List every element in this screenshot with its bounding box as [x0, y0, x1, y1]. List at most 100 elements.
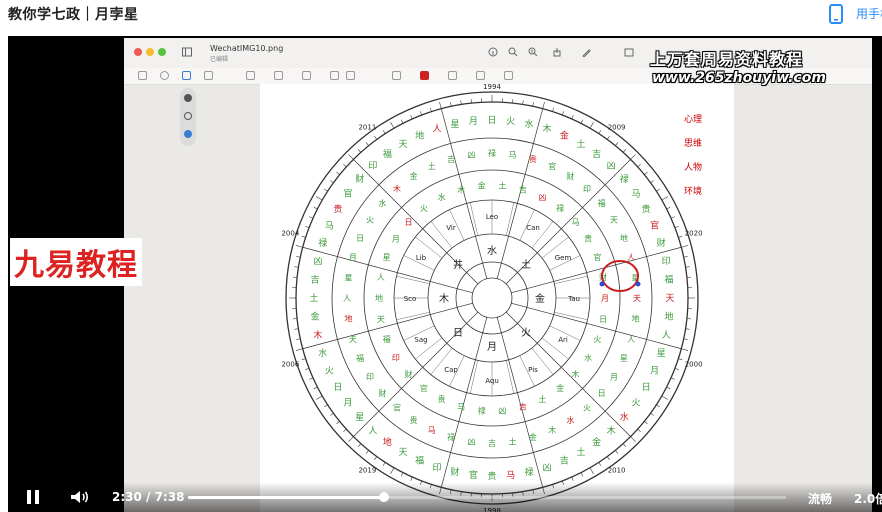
- chart-tick: [343, 428, 347, 433]
- chart-glyph: 贵: [333, 203, 342, 215]
- zoom-in-icon: [528, 47, 538, 57]
- chart-glyph: 金: [529, 432, 537, 442]
- draw-tool-icon: [204, 71, 213, 80]
- chart-tick: [683, 338, 688, 340]
- progress-knob[interactable]: [378, 492, 389, 502]
- chart-center-label: 日: [453, 328, 463, 339]
- share-icon: [553, 48, 561, 57]
- chart-glyph: 天: [665, 294, 674, 304]
- chart-glyph: 星: [355, 412, 364, 423]
- chart-year-label: 2009: [608, 123, 626, 131]
- chart-glyph: 凶: [538, 193, 546, 202]
- chart-year-label: 2010: [608, 467, 626, 475]
- info-icon: [488, 47, 498, 57]
- chart-glyph: 凶: [313, 256, 322, 267]
- video-frame-preview-window: WechatIMG10.png 已编辑 天 地 人 星 月 日 火 水 木 金 …: [124, 38, 872, 512]
- chart-tick: [552, 107, 555, 112]
- phone-icon[interactable]: [829, 4, 843, 24]
- chart-tick: [309, 216, 314, 219]
- chart-glyph: 星: [657, 348, 666, 359]
- chart-tick: [420, 111, 423, 116]
- chart-year-label: 2006: [281, 361, 299, 369]
- chart-year-label: 2004: [281, 229, 299, 237]
- chart-tick: [589, 467, 594, 474]
- chart-tick: [561, 111, 564, 116]
- chart-tick: [615, 142, 619, 146]
- chart-glyph: 星: [344, 273, 352, 282]
- progress-fill: [188, 496, 384, 499]
- chart-tick: [348, 436, 354, 442]
- chart-tick: [630, 436, 636, 442]
- chart-glyph: 天: [377, 315, 385, 324]
- chart-tick: [580, 119, 584, 124]
- chart-glyph: 土: [428, 161, 436, 171]
- chart-tick: [656, 188, 660, 192]
- chart-year-label: 2020: [685, 229, 703, 237]
- chart-glyph: 吉: [310, 274, 319, 285]
- select-tool-icon: [138, 71, 147, 80]
- chart-tick: [615, 450, 619, 454]
- astrology-chart: 天地人星月日火水木金土吉凶禄马贵官财印福天地人星月日火水木金土吉凶禄马贵官财印福…: [281, 83, 703, 512]
- chart-tick: [666, 386, 671, 390]
- chart-tick: [598, 130, 602, 134]
- chart-glyph: 日: [356, 234, 364, 243]
- chart-glyph: 马: [509, 150, 517, 159]
- chart-tick: [598, 462, 602, 466]
- page-title: 教你学七政｜月孛星: [8, 7, 139, 23]
- chart-glyph: 印: [583, 184, 591, 193]
- gear-icon: [184, 94, 192, 102]
- chart-tick: [681, 245, 689, 248]
- chart-tick: [674, 367, 679, 370]
- chart-tick: [313, 206, 318, 210]
- chart-zodiac-label: Gem: [555, 254, 572, 262]
- chart-glyph: 星: [383, 253, 391, 262]
- chart-glyph: 印: [662, 255, 671, 267]
- speed-button[interactable]: 2.0倍: [854, 490, 882, 507]
- video-player[interactable]: WechatIMG10.png 已编辑 天 地 人 星 月 日 火 水 木 金 …: [8, 36, 882, 512]
- chart-glyph: 官: [420, 383, 428, 393]
- chart-glyph: 金: [310, 311, 319, 323]
- chart-tick: [650, 180, 654, 184]
- quality-button[interactable]: 流畅: [808, 490, 832, 507]
- chart-glyph: 天: [633, 294, 641, 303]
- pause-button[interactable]: [26, 490, 40, 504]
- chart-glyph: 福: [598, 199, 606, 208]
- note-tool-icon: [330, 71, 339, 80]
- chart-tick: [400, 472, 404, 477]
- chart-glyph: 土: [576, 138, 585, 150]
- text-style-icon: [476, 71, 485, 80]
- chart-tick: [295, 348, 303, 351]
- volume-icon[interactable]: [70, 490, 90, 504]
- chart-glyph: 人: [662, 330, 671, 341]
- close-dot-icon: [134, 48, 142, 56]
- chart-glyph: 木: [393, 183, 401, 193]
- chart-glyph: 地: [375, 293, 383, 303]
- chart-glyph: 水: [438, 192, 446, 202]
- chart-tick: [670, 216, 675, 219]
- chart-glyph: 月: [343, 398, 352, 409]
- chart-glyph: 日: [404, 218, 412, 227]
- chart-year-label: 2011: [358, 123, 376, 131]
- chart-tick: [661, 196, 668, 201]
- chart-glyph: 福: [383, 335, 391, 344]
- chart-glyph: 贵: [487, 470, 496, 482]
- chart-zodiac-label: Ari: [558, 336, 568, 344]
- chart-tick: [305, 226, 310, 229]
- chart-tick: [589, 122, 594, 129]
- chart-glyph: 火: [631, 398, 640, 409]
- chart-glyph: 禄: [525, 466, 534, 478]
- chart-tick: [661, 395, 668, 400]
- chart-tick: [382, 130, 386, 134]
- chart-glyph: 月: [349, 253, 357, 262]
- chart-glyph: 禄: [620, 173, 629, 185]
- progress-bar[interactable]: [188, 492, 786, 502]
- chart-tick: [294, 266, 299, 268]
- watch-on-phone-link[interactable]: 用手机看: [856, 5, 882, 22]
- chart-tick: [644, 421, 648, 425]
- chart-glyph: 印: [368, 160, 377, 172]
- chart-tick: [295, 245, 303, 248]
- chart-center-label: 火: [521, 327, 531, 339]
- legend-item: 环境: [684, 187, 703, 197]
- lasso-tool-icon: [160, 71, 169, 80]
- chart-ring: [471, 277, 513, 319]
